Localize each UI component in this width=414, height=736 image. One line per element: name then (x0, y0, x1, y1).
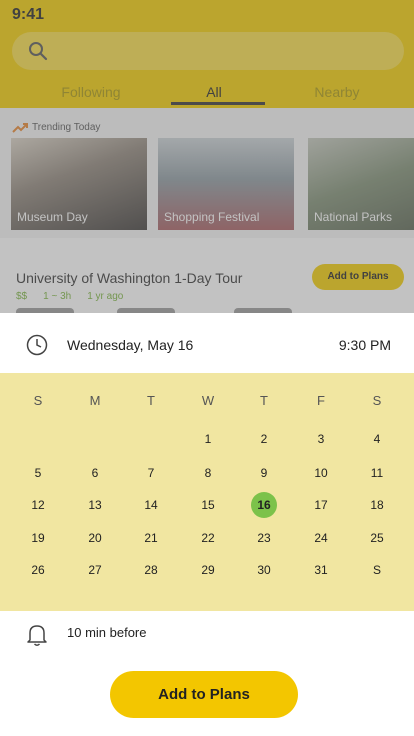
bell-icon (27, 625, 47, 646)
calendar-week: 26 27 28 29 30 31 S (10, 560, 406, 580)
calendar-day[interactable]: 4 (349, 429, 405, 449)
calendar-day[interactable]: 28 (123, 560, 179, 580)
add-to-plans-sheet: Wednesday, May 16 9:30 PM SMTWTFS 123456… (0, 313, 414, 736)
weekday-label: F (317, 393, 325, 408)
calendar-day[interactable]: 13 (67, 495, 123, 515)
reminder-text[interactable]: 10 min before (67, 625, 147, 640)
calendar-week: 12 13 14 15 16 17 18 (10, 492, 406, 518)
weekday-label: S (33, 393, 43, 408)
calendar-day[interactable]: 15 (180, 495, 236, 515)
calendar-day[interactable]: 5 (10, 463, 66, 483)
add-to-plans-button[interactable]: Add to Plans (110, 671, 298, 718)
calendar-day[interactable]: 6 (67, 463, 123, 483)
calendar-day[interactable]: 30 (236, 560, 292, 580)
calendar-week: 19 20 21 22 23 24 25 (10, 528, 406, 548)
weekday-header: SMTWTFS (10, 391, 406, 411)
calendar-day (67, 429, 123, 449)
calendar-week: 1234 (10, 429, 406, 449)
calendar-day[interactable]: 11 (349, 463, 405, 483)
calendar-day[interactable]: 27 (67, 560, 123, 580)
calendar-day (123, 429, 179, 449)
modal-overlay[interactable] (0, 0, 414, 313)
date-time-row[interactable]: Wednesday, May 16 9:30 PM (0, 313, 414, 373)
calendar-day[interactable]: 2 (236, 429, 292, 449)
calendar-day[interactable]: 20 (67, 528, 123, 548)
calendar-day[interactable]: 12 (10, 495, 66, 515)
calendar-day[interactable]: 29 (180, 560, 236, 580)
calendar-day (10, 429, 66, 449)
calendar-day[interactable]: 3 (293, 429, 349, 449)
calendar-day[interactable]: 25 (349, 528, 405, 548)
weekday-label: S (372, 393, 382, 408)
calendar-day[interactable]: S (349, 560, 405, 580)
clock-icon (26, 334, 48, 356)
calendar-day[interactable]: 19 (10, 528, 66, 548)
calendar-day[interactable]: 17 (293, 495, 349, 515)
selected-day-label: 16 (251, 492, 277, 518)
calendar-day-selected[interactable]: 16 (236, 492, 292, 518)
calendar-day[interactable]: 31 (293, 560, 349, 580)
reminder-row[interactable]: 10 min before (0, 611, 414, 659)
calendar-week: 5 6 7 8 9 10 11 (10, 463, 406, 483)
calendar-day[interactable]: 8 (180, 463, 236, 483)
calendar-day[interactable]: 18 (349, 495, 405, 515)
weekday-label: M (89, 393, 101, 408)
weekday-label: W (201, 393, 215, 408)
calendar-day[interactable]: 24 (293, 528, 349, 548)
calendar-day[interactable]: 9 (236, 463, 292, 483)
calendar-day[interactable]: 10 (293, 463, 349, 483)
calendar: SMTWTFS 1 2 3 4 5 6 7 8 9 10 11 12 13 14 15 16 17 18 19 20 2… (0, 373, 414, 611)
calendar-day[interactable]: 26 (10, 560, 66, 580)
calendar-day[interactable]: 22 (180, 528, 236, 548)
weekday-label: T (260, 393, 268, 408)
selected-time[interactable]: 9:30 PM (339, 337, 391, 353)
calendar-day[interactable]: 1 (180, 429, 236, 449)
weekday-label: T (147, 393, 155, 408)
calendar-day[interactable]: 14 (123, 495, 179, 515)
calendar-day[interactable]: 7 (123, 463, 179, 483)
selected-date[interactable]: Wednesday, May 16 (67, 337, 193, 353)
calendar-day[interactable]: 23 (236, 528, 292, 548)
calendar-day[interactable]: 21 (123, 528, 179, 548)
